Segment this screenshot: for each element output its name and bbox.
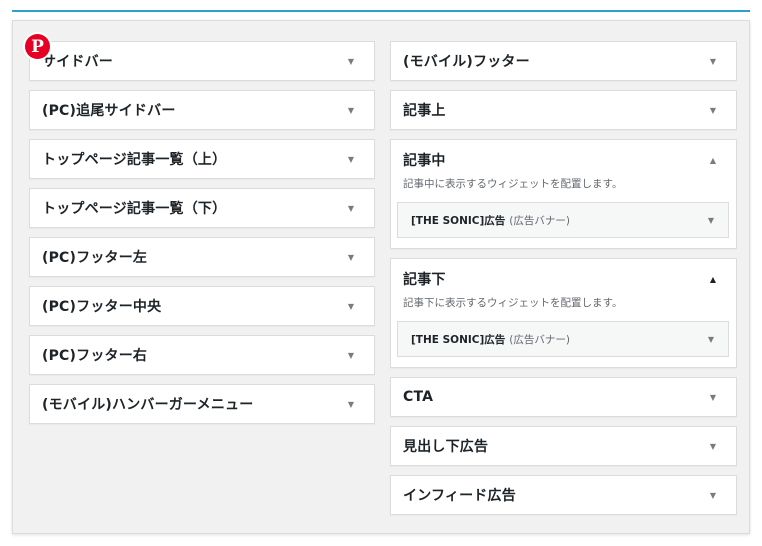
area-header[interactable]: 見出し下広告 ▼ <box>391 427 736 465</box>
widget-title: [THE SONIC]広告 (広告バナー) <box>411 213 570 228</box>
arrow-down-icon[interactable]: ▼ <box>348 253 354 262</box>
area-header[interactable]: (PC)フッター中央 ▼ <box>30 287 374 325</box>
top-accent-line <box>12 10 750 12</box>
widget-item-ad[interactable]: [THE SONIC]広告 (広告バナー) ▼ <box>397 321 729 357</box>
area-title: インフィード広告 <box>403 488 516 504</box>
widget-title: [THE SONIC]広告 (広告バナー) <box>411 332 570 347</box>
arrow-down-icon[interactable]: ▼ <box>710 393 716 402</box>
arrow-down-icon[interactable]: ▼ <box>348 57 354 66</box>
arrow-down-icon[interactable]: ▼ <box>348 155 354 164</box>
area-header[interactable]: 記事中 ▲ <box>391 140 736 178</box>
area-description: 記事中に表示するウィジェットを配置します。 <box>403 178 623 190</box>
widget-area-top-list-lower[interactable]: トップページ記事一覧（下） ▼ <box>29 188 375 228</box>
pinterest-icon[interactable]: P <box>25 34 50 59</box>
widget-subtitle: (広告バナー) <box>509 214 570 227</box>
area-title: (PC)フッター右 <box>42 348 148 364</box>
area-title: (PC)フッター中央 <box>42 299 162 315</box>
widget-name: [THE SONIC]広告 <box>411 214 506 227</box>
area-description: 記事下に表示するウィジェットを配置します。 <box>403 297 623 309</box>
widget-area-pc-footer-right[interactable]: (PC)フッター右 ▼ <box>29 335 375 375</box>
area-header[interactable]: 記事下 ▲ <box>391 259 736 297</box>
arrow-down-icon[interactable]: ▼ <box>710 491 716 500</box>
widget-area-article-middle[interactable]: 記事中 ▲ 記事中に表示するウィジェットを配置します。 [THE SONIC]広… <box>390 139 737 249</box>
area-header[interactable]: (PC)追尾サイドバー ▼ <box>30 91 374 129</box>
widget-area-top-list-upper[interactable]: トップページ記事一覧（上） ▼ <box>29 139 375 179</box>
area-title: 記事中 <box>403 153 446 169</box>
right-column: (モバイル)フッター ▼ 記事上 ▼ 記事中 ▲ 記事中に表示するウィジェットを… <box>390 41 737 515</box>
arrow-down-icon[interactable]: ▼ <box>348 204 354 213</box>
widget-area-heading-ad[interactable]: 見出し下広告 ▼ <box>390 426 737 466</box>
arrow-down-icon[interactable]: ▼ <box>710 442 716 451</box>
area-title: (PC)フッター左 <box>42 250 148 266</box>
widget-area-mobile-footer[interactable]: (モバイル)フッター ▼ <box>390 41 737 81</box>
widget-area-pc-sticky-sidebar[interactable]: (PC)追尾サイドバー ▼ <box>29 90 375 130</box>
area-header[interactable]: 記事上 ▼ <box>391 91 736 129</box>
area-header[interactable]: CTA ▼ <box>391 378 736 416</box>
area-title: トップページ記事一覧（下） <box>42 201 227 217</box>
area-title: 見出し下広告 <box>403 439 489 455</box>
left-column: サイドバー ▼ (PC)追尾サイドバー ▼ トップページ記事一覧（上） ▼ トッ… <box>29 41 375 424</box>
area-header[interactable]: トップページ記事一覧（下） ▼ <box>30 189 374 227</box>
arrow-down-icon[interactable]: ▼ <box>348 106 354 115</box>
area-title: トップページ記事一覧（上） <box>42 152 227 168</box>
widget-area-article-bottom[interactable]: 記事下 ▲ 記事下に表示するウィジェットを配置します。 [THE SONIC]広… <box>390 258 737 368</box>
area-title: 記事下 <box>403 272 446 288</box>
area-header[interactable]: (モバイル)フッター ▼ <box>391 42 736 80</box>
area-header[interactable]: トップページ記事一覧（上） ▼ <box>30 140 374 178</box>
widget-area-infeed-ad[interactable]: インフィード広告 ▼ <box>390 475 737 515</box>
widget-area-sidebar[interactable]: サイドバー ▼ <box>29 41 375 81</box>
arrow-down-icon[interactable]: ▼ <box>710 57 716 66</box>
widget-areas-panel: サイドバー ▼ (PC)追尾サイドバー ▼ トップページ記事一覧（上） ▼ トッ… <box>12 20 750 534</box>
area-title: 記事上 <box>403 103 446 119</box>
area-title: CTA <box>403 389 434 405</box>
area-title: (モバイル)ハンバーガーメニュー <box>42 397 254 413</box>
arrow-up-icon[interactable]: ▲ <box>710 156 716 165</box>
widget-name: [THE SONIC]広告 <box>411 333 506 346</box>
area-title: サイドバー <box>42 54 113 70</box>
widget-area-pc-footer-center[interactable]: (PC)フッター中央 ▼ <box>29 286 375 326</box>
area-title: (PC)追尾サイドバー <box>42 103 176 119</box>
arrow-down-icon[interactable]: ▼ <box>708 335 714 344</box>
arrow-down-icon[interactable]: ▼ <box>708 216 714 225</box>
widget-area-mobile-hamburger-menu[interactable]: (モバイル)ハンバーガーメニュー ▼ <box>29 384 375 424</box>
widget-area-pc-footer-left[interactable]: (PC)フッター左 ▼ <box>29 237 375 277</box>
arrow-down-icon[interactable]: ▼ <box>348 351 354 360</box>
area-header[interactable]: (PC)フッター左 ▼ <box>30 238 374 276</box>
area-header[interactable]: インフィード広告 ▼ <box>391 476 736 514</box>
widget-item-ad[interactable]: [THE SONIC]広告 (広告バナー) ▼ <box>397 202 729 238</box>
widget-area-article-top[interactable]: 記事上 ▼ <box>390 90 737 130</box>
arrow-down-icon[interactable]: ▼ <box>710 106 716 115</box>
arrow-down-icon[interactable]: ▼ <box>348 400 354 409</box>
area-header[interactable]: (PC)フッター右 ▼ <box>30 336 374 374</box>
arrow-up-icon[interactable]: ▲ <box>710 275 716 284</box>
widget-subtitle: (広告バナー) <box>509 333 570 346</box>
widget-area-cta[interactable]: CTA ▼ <box>390 377 737 417</box>
area-header[interactable]: サイドバー ▼ <box>30 42 374 80</box>
arrow-down-icon[interactable]: ▼ <box>348 302 354 311</box>
area-title: (モバイル)フッター <box>403 54 530 70</box>
area-header[interactable]: (モバイル)ハンバーガーメニュー ▼ <box>30 385 374 423</box>
